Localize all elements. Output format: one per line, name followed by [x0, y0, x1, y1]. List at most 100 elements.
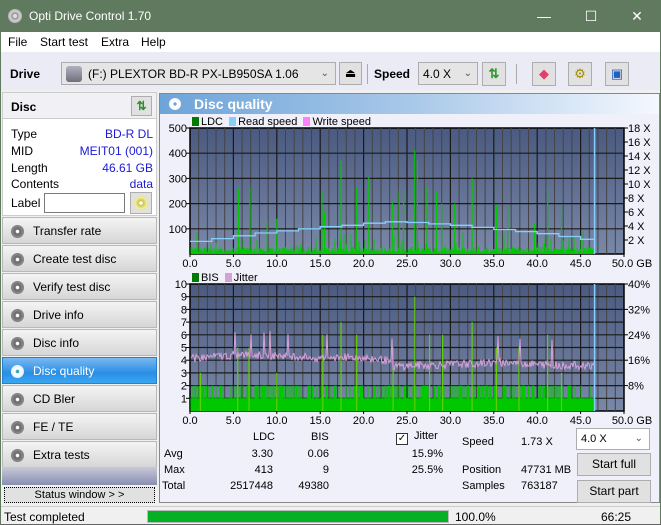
- nav-item-transfer-rate[interactable]: Transfer rate: [2, 217, 157, 244]
- label-read-button[interactable]: [130, 192, 152, 214]
- drive-select-value: (F:) PLEXTOR BD-R PX-LB950SA 1.06: [88, 67, 299, 81]
- legend-jitter: Jitter: [233, 272, 258, 284]
- label-input[interactable]: [44, 193, 125, 213]
- eject-icon: ⏏: [344, 66, 357, 80]
- legend-swatch-write-speed: [303, 117, 311, 126]
- nav-item-label: Drive info: [33, 308, 84, 322]
- speed-label: Speed: [462, 436, 494, 448]
- test-speed-select[interactable]: 4.0 X ⌄: [576, 428, 650, 450]
- nav-item-verify-test-disc[interactable]: Verify test disc: [2, 273, 157, 300]
- progress-bar: [147, 510, 449, 523]
- chart2-legend: BIS Jitter: [192, 272, 258, 284]
- total-bis: 49380: [298, 480, 329, 492]
- drive-label: Drive: [10, 67, 41, 81]
- jitter-label: Jitter: [414, 430, 438, 442]
- avg-jitter: 15.9%: [411, 448, 443, 460]
- nav-item-label: Create test disc: [33, 252, 117, 266]
- nav-item-fe-te[interactable]: FE / TE: [2, 413, 157, 440]
- nav-item-label: FE / TE: [33, 420, 74, 434]
- close-button[interactable]: ✕: [614, 1, 660, 32]
- total-ldc: 2517448: [230, 480, 273, 492]
- max-bis: 9: [322, 464, 329, 476]
- drive-icon: [66, 66, 82, 82]
- position-value: 47731 MB: [521, 464, 572, 476]
- header-bis: BIS: [311, 431, 329, 443]
- save-icon: ▣: [610, 66, 624, 81]
- jitter-checkbox[interactable]: ✓: [396, 433, 408, 445]
- menu-help[interactable]: Help: [141, 35, 166, 49]
- cd-icon: [134, 196, 148, 210]
- legend-ldc: LDC: [201, 116, 224, 128]
- disc-key: MID: [11, 144, 33, 158]
- minimize-button[interactable]: —: [521, 1, 567, 32]
- refresh-drive-button[interactable]: ⇅: [482, 62, 506, 86]
- nav-item-drive-info[interactable]: Drive info: [2, 301, 157, 328]
- chevron-down-icon: ⌄: [463, 68, 472, 79]
- menu-extra[interactable]: Extra: [101, 35, 129, 49]
- legend-read-speed: Read speed: [238, 116, 298, 128]
- nav-item-extra-tests[interactable]: Extra tests: [2, 441, 157, 468]
- refresh-icon: ⇅: [136, 99, 147, 113]
- avg-bis: 0.06: [307, 448, 329, 460]
- samples-label: Samples: [462, 480, 505, 492]
- start-part-button[interactable]: Start part: [577, 480, 651, 503]
- disc-value: 46.61 GB: [102, 161, 153, 175]
- nav-item-cd-bler[interactable]: CD Bler: [2, 385, 157, 412]
- save-button[interactable]: ▣: [605, 62, 629, 86]
- nav-item-label: Verify test disc: [33, 280, 111, 294]
- menu-file[interactable]: File: [8, 35, 27, 49]
- status-window-button[interactable]: Status window > >: [4, 487, 155, 503]
- samples-value: 763187: [521, 480, 558, 492]
- disc-key: Type: [11, 127, 38, 141]
- nav-item-label: Disc quality: [33, 364, 95, 378]
- disc-info-panel: Disc ⇅ Type BD-R DL MID MEIT01 (001) Len…: [2, 92, 157, 216]
- disc-value: data: [129, 177, 153, 191]
- legend-swatch-read-speed: [229, 117, 237, 126]
- disc-icon: [11, 393, 24, 406]
- refresh-icon: ⇅: [488, 66, 500, 81]
- disc-icon: [11, 421, 24, 434]
- toolbar-divider: [367, 64, 368, 84]
- legend-swatch-jitter: [224, 273, 232, 282]
- nav-item-disc-info[interactable]: Disc info: [2, 329, 157, 356]
- panel-header: Disc quality: [160, 94, 659, 114]
- menu-bar: File Start test Extra Help: [1, 32, 660, 52]
- legend-swatch-bis: [192, 273, 199, 282]
- position-label: Position: [462, 464, 502, 476]
- disc-quality-icon: [169, 98, 181, 110]
- eraser-icon: ◆: [539, 66, 549, 81]
- status-text: Test completed: [4, 510, 85, 524]
- row-label-max: Max: [164, 464, 185, 476]
- drive-select[interactable]: (F:) PLEXTOR BD-R PX-LB950SA 1.06 ⌄: [61, 62, 336, 85]
- nav-item-create-test-disc[interactable]: Create test disc: [2, 245, 157, 272]
- disc-refresh-button[interactable]: ⇅: [131, 96, 152, 116]
- nav-item-label: Disc info: [33, 336, 80, 350]
- header-ldc: LDC: [253, 431, 276, 443]
- speed-select[interactable]: 4.0 X ⌄: [418, 62, 478, 85]
- progress-percent: 100.0%: [455, 510, 496, 524]
- disc-icon: [11, 449, 24, 462]
- maximize-button[interactable]: ☐: [568, 1, 614, 32]
- nav-item-disc-quality[interactable]: Disc quality: [2, 357, 157, 384]
- disc-value: MEIT01 (001): [79, 144, 153, 158]
- start-full-button[interactable]: Start full: [577, 453, 651, 476]
- toolbar-divider: [516, 64, 517, 84]
- menu-start-test[interactable]: Start test: [40, 35, 88, 49]
- jitter-toggle[interactable]: ✓ Jitter: [396, 430, 438, 445]
- test-speed-value: 4.0 X: [581, 433, 607, 445]
- disc-icon: [11, 225, 24, 238]
- legend-bis: BIS: [201, 272, 219, 284]
- eject-button[interactable]: ⏏: [339, 62, 362, 85]
- app-disc-icon: [8, 9, 22, 23]
- title-bar: Opti Drive Control 1.70 — ☐ ✕: [1, 1, 660, 32]
- erase-button[interactable]: ◆: [532, 62, 556, 86]
- panel-title: Disc quality: [194, 96, 273, 112]
- nav-item-label: Extra tests: [33, 448, 90, 462]
- app-window: Opti Drive Control 1.70 — ☐ ✕ File Start…: [0, 0, 661, 524]
- nav-item-label: Transfer rate: [33, 224, 102, 238]
- speed-select-value: 4.0 X: [423, 67, 452, 81]
- label-caption: Label: [11, 196, 41, 210]
- settings-button[interactable]: ⚙: [568, 62, 592, 86]
- disc-panel-title: Disc: [11, 100, 37, 114]
- disc-key: Contents: [11, 177, 60, 191]
